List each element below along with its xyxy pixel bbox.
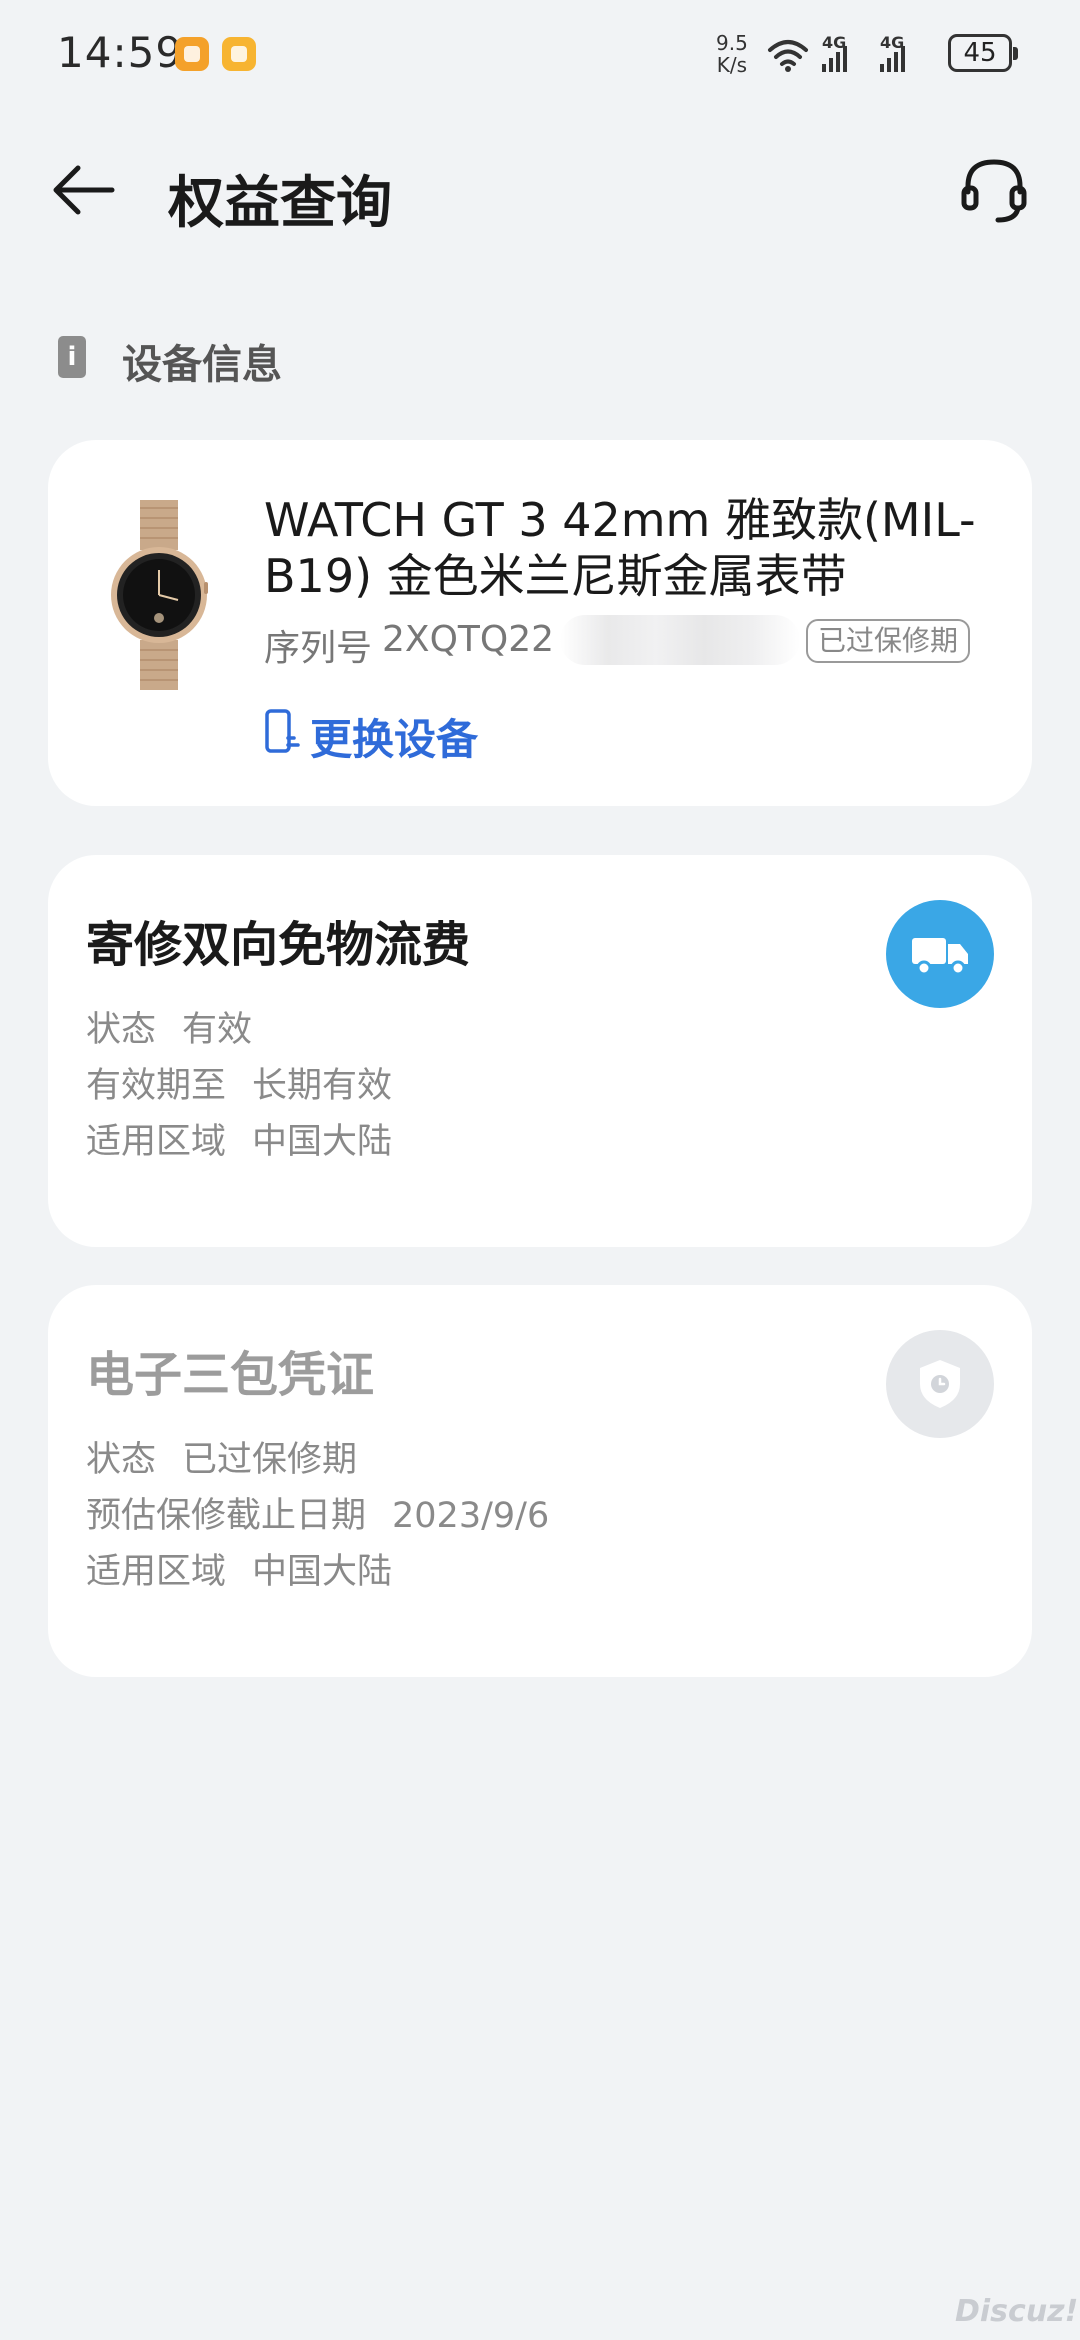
device-card: WATCH GT 3 42mm 雅致款(MIL-B19) 金色米兰尼斯金属表带 …	[48, 440, 1032, 806]
customer-service-button[interactable]	[958, 154, 1030, 226]
row-key: 状态	[86, 1440, 157, 1480]
wifi-icon	[768, 40, 808, 66]
signal-label-1: 4G	[822, 33, 846, 52]
shield-clock-icon	[886, 1330, 994, 1438]
benefit-card-free-shipping[interactable]: 寄修双向免物流费 状态 有效 有效期至 长期有效 适用区域 中国大陆	[48, 855, 1032, 1247]
section-title: 设备信息	[122, 342, 282, 388]
region-row: 适用区域 中国大陆	[86, 1113, 392, 1164]
smartwatch-image	[111, 500, 208, 690]
row-value: 2023/9/6	[392, 1496, 550, 1536]
notification-app-icon	[222, 37, 256, 71]
network-speed-value: 9.5	[716, 31, 748, 55]
app-header: 权益查询	[0, 140, 1080, 240]
warranty-end-date-row: 预估保修截止日期 2023/9/6	[86, 1487, 549, 1538]
status-bar: 14:59 9.5 K/s 4G 4G 45	[0, 0, 1080, 108]
battery-icon: 45	[948, 34, 1018, 72]
row-key: 适用区域	[86, 1552, 227, 1592]
benefit-card-electronic-warranty[interactable]: 电子三包凭证 状态 已过保修期 预估保修截止日期 2023/9/6 适用区域 中国大陆	[48, 1285, 1032, 1677]
network-speed: 9.5 K/s	[716, 32, 748, 76]
rights-query-page: 14:59 9.5 K/s 4G 4G 45 权益查询 i 设备信息 WATCH…	[0, 0, 1080, 2340]
row-key: 适用区域	[86, 1122, 227, 1162]
info-icon: i	[58, 336, 86, 378]
back-button[interactable]	[48, 158, 120, 222]
watermark: Discuz!	[955, 2294, 1079, 2329]
status-row: 状态 已过保修期	[86, 1431, 357, 1482]
status-time: 14:59	[57, 28, 184, 77]
row-key: 有效期至	[86, 1066, 227, 1106]
row-value: 有效	[182, 1010, 253, 1050]
serial-number-row: 序列号 2XQTQ22 已过保修期	[264, 615, 984, 669]
region-row: 适用区域 中国大陆	[86, 1543, 392, 1594]
signal-icons: 4G 4G	[768, 33, 905, 72]
truck-icon	[886, 900, 994, 1008]
row-key: 预估保修截止日期	[86, 1496, 367, 1536]
network-speed-unit: K/s	[716, 53, 748, 77]
validity-row: 有效期至 长期有效	[86, 1057, 392, 1108]
serial-value: 2XQTQ22	[382, 619, 555, 660]
serial-redaction-blur	[560, 615, 800, 665]
phone-switch-icon	[265, 709, 300, 753]
warranty-title: 电子三包凭证	[86, 1347, 375, 1403]
serial-label: 序列号	[264, 628, 373, 669]
row-value: 已过保修期	[182, 1440, 358, 1480]
row-value: 中国大陆	[252, 1552, 393, 1592]
row-value: 中国大陆	[252, 1122, 393, 1162]
warranty-status-badge: 已过保修期	[806, 619, 971, 663]
notification-app-icon	[175, 37, 209, 71]
status-row: 状态 有效	[86, 1001, 252, 1052]
page-title: 权益查询	[168, 171, 392, 236]
benefit-title: 寄修双向免物流费	[86, 917, 471, 973]
row-value: 长期有效	[252, 1066, 393, 1106]
arrow-left-icon	[53, 165, 115, 215]
headset-icon	[961, 159, 1027, 223]
row-key: 状态	[86, 1010, 157, 1050]
device-name: WATCH GT 3 42mm 雅致款(MIL-B19) 金色米兰尼斯金属表带	[264, 493, 976, 603]
change-device-label: 更换设备	[310, 715, 479, 764]
signal-label-2: 4G	[880, 33, 904, 52]
